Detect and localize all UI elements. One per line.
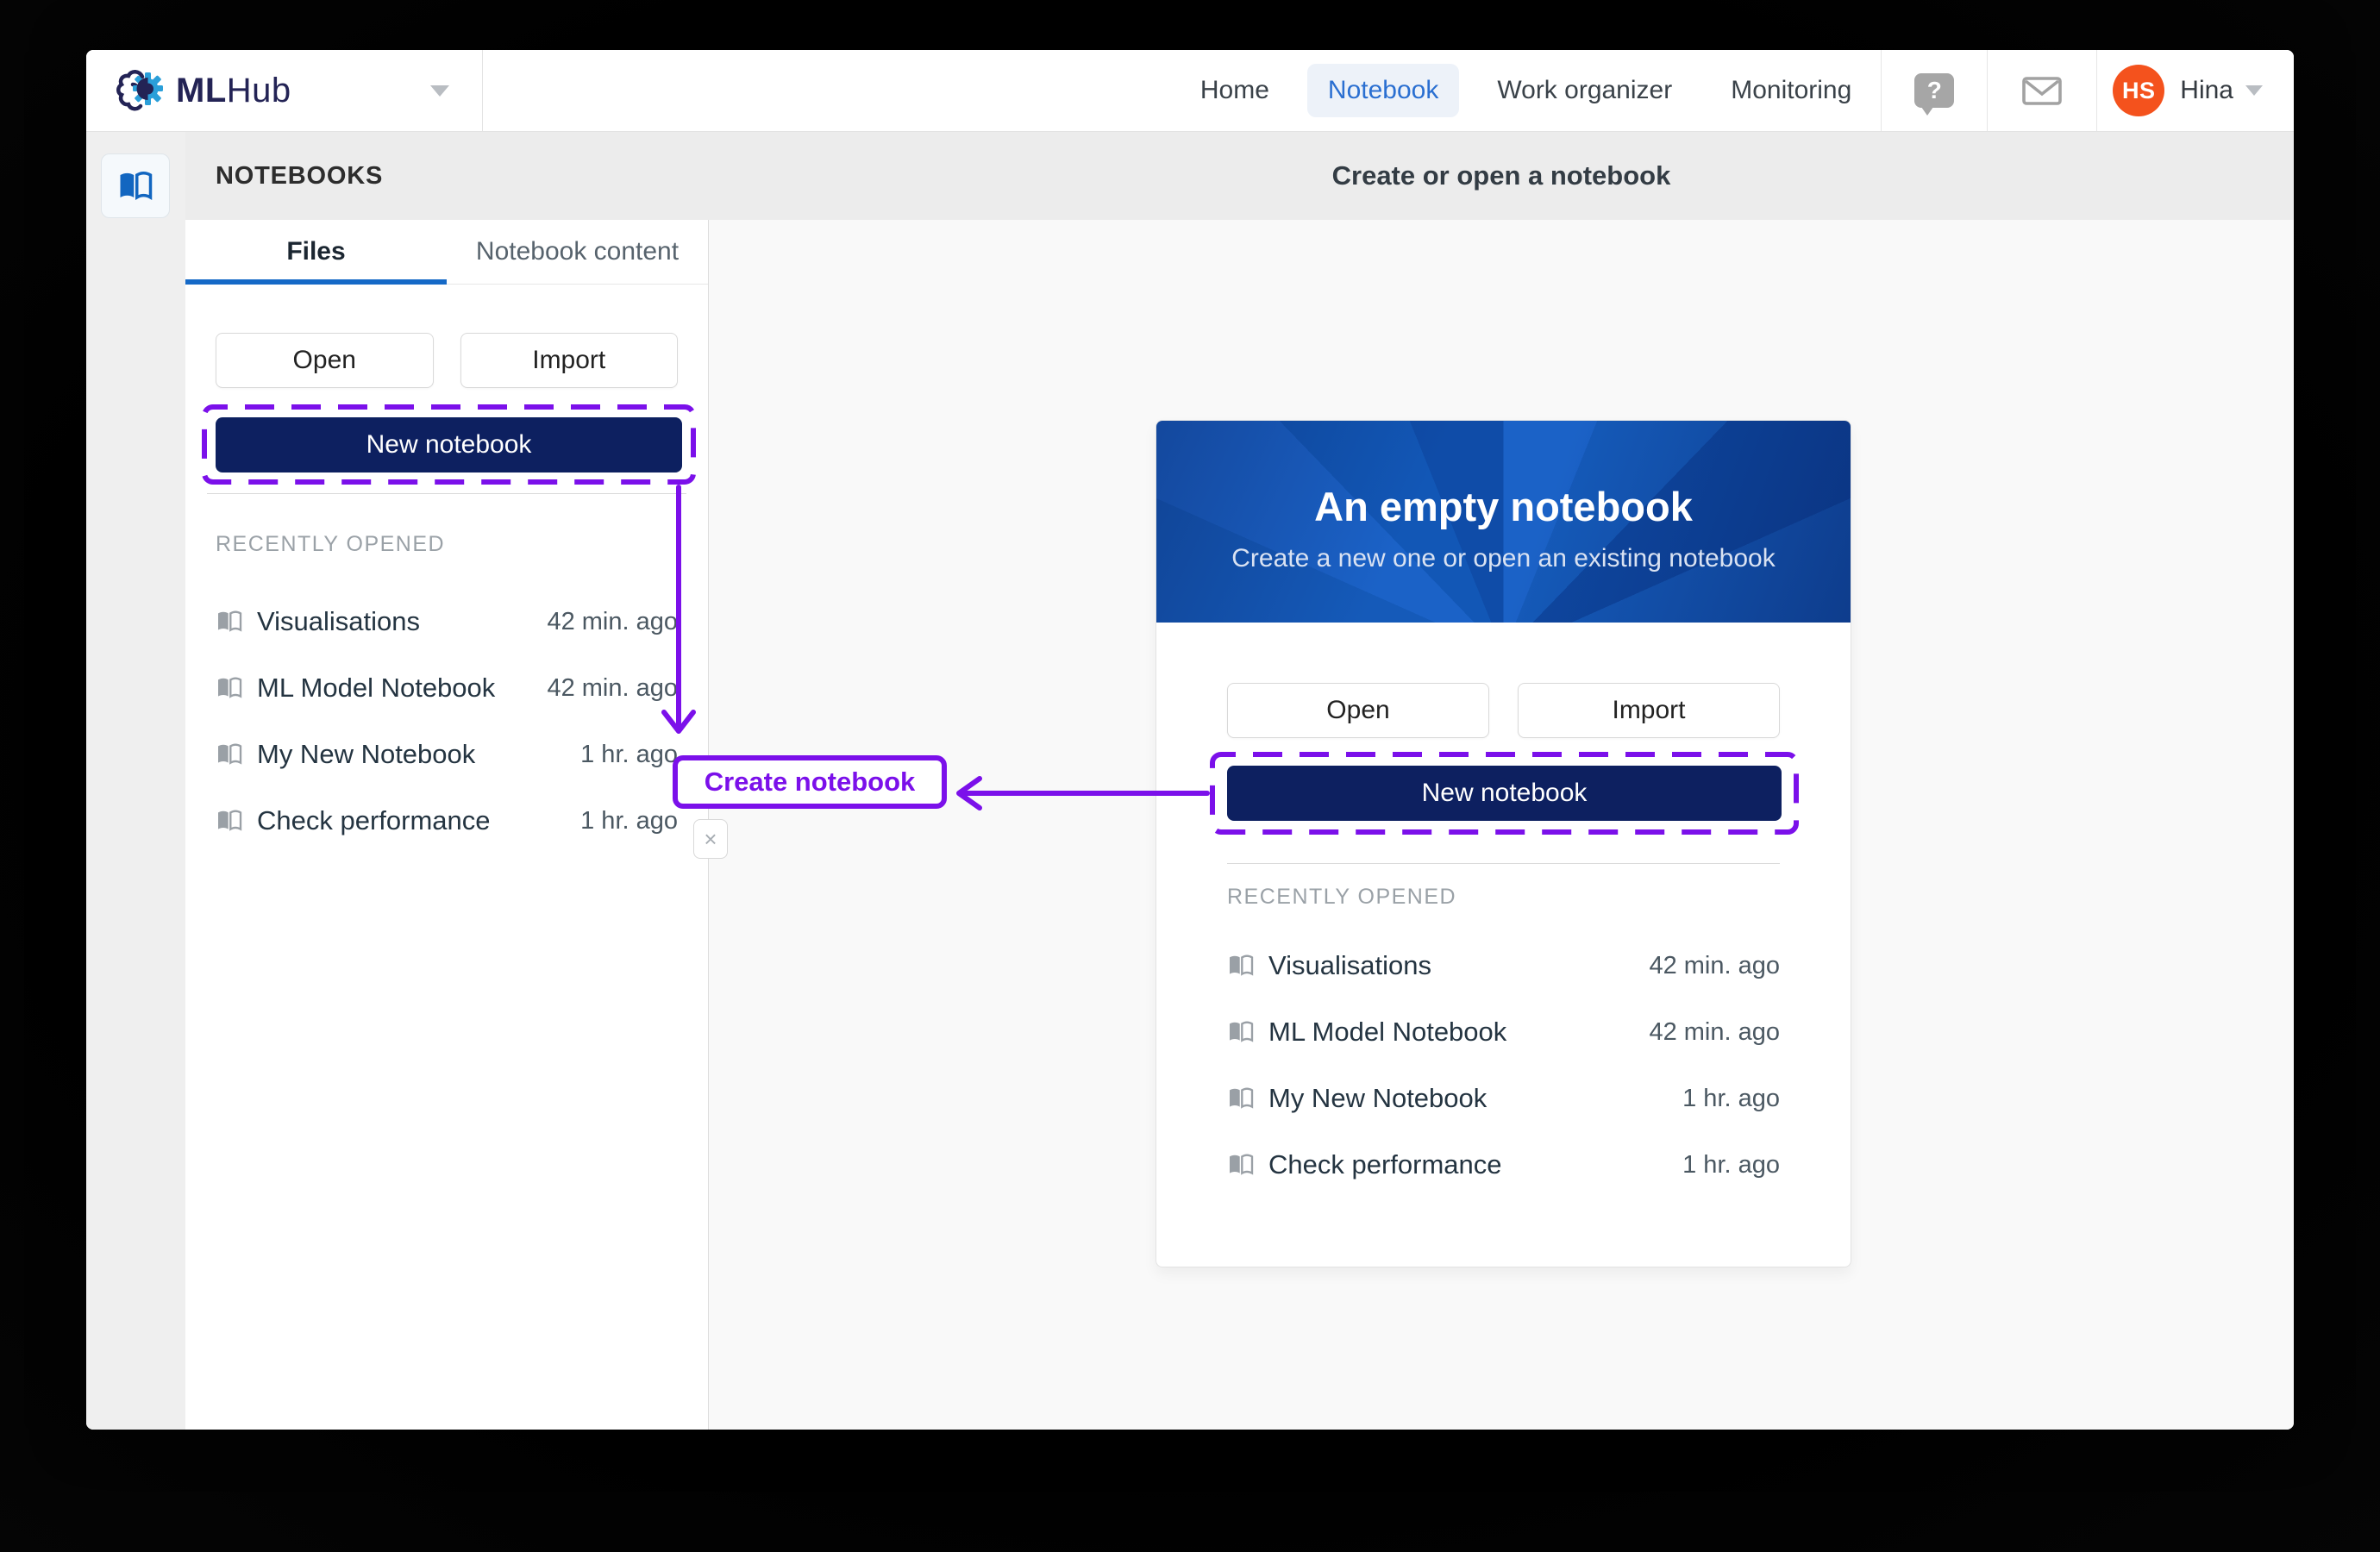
user-name: Hina: [2180, 76, 2233, 105]
recently-opened-list: Visualisations 42 min. ago ML Model Note…: [216, 600, 678, 842]
left-icon-rail: [86, 132, 185, 1430]
nav-item-monitoring[interactable]: Monitoring: [1710, 64, 1872, 117]
app-window: MLHub Home Notebook Work organizer Monit…: [86, 50, 2294, 1430]
notebook-name: ML Model Notebook: [1268, 1017, 1649, 1048]
notebook-time: 42 min. ago: [547, 674, 678, 703]
avatar: HS: [2113, 65, 2164, 116]
new-notebook-button[interactable]: New notebook: [216, 417, 682, 472]
notebook-time: 42 min. ago: [1649, 952, 1780, 980]
divider: [207, 493, 686, 494]
new-notebook-highlight: New notebook: [202, 404, 696, 485]
notebook-name: Visualisations: [257, 606, 547, 637]
notebook-icon: [1227, 954, 1255, 977]
nav-item-notebook[interactable]: Notebook: [1307, 64, 1459, 117]
nav-item-work-organizer[interactable]: Work organizer: [1476, 64, 1693, 117]
notebook-time: 1 hr. ago: [580, 741, 678, 769]
messages-button[interactable]: [1988, 50, 2096, 131]
open-book-icon: [117, 171, 153, 202]
notebooks-rail-button[interactable]: [101, 153, 170, 218]
brand-wordmark: MLHub: [176, 72, 291, 110]
notebook-time: 42 min. ago: [547, 608, 678, 636]
notebook-icon: [216, 677, 243, 699]
notebook-name: My New Notebook: [1268, 1083, 1682, 1114]
import-button[interactable]: Import: [460, 333, 679, 388]
list-item[interactable]: My New Notebook 1 hr. ago: [216, 733, 678, 776]
sidebar-panel-title: NOTEBOOKS: [216, 132, 383, 220]
import-button[interactable]: Import: [1518, 683, 1780, 738]
mail-icon: [2020, 73, 2064, 108]
card-banner: An empty notebook Create a new one or op…: [1156, 421, 1851, 623]
new-notebook-button[interactable]: New notebook: [1227, 766, 1782, 821]
screenshot-frame: MLHub Home Notebook Work organizer Monit…: [0, 0, 2380, 1552]
help-button[interactable]: ?: [1882, 50, 1987, 131]
notebook-icon: [216, 810, 243, 832]
list-item[interactable]: ML Model Notebook 42 min. ago: [216, 666, 678, 710]
help-icon: ?: [1914, 73, 1954, 108]
recently-opened-list: Visualisations 42 min. ago ML Model Note…: [1227, 944, 1780, 1186]
top-nav-bar: MLHub Home Notebook Work organizer Monit…: [86, 50, 2294, 132]
sidebar-content: Open Import New notebook RECENTLY OPENED…: [185, 333, 708, 842]
notebook-time: 42 min. ago: [1649, 1018, 1780, 1047]
notebook-time: 1 hr. ago: [580, 807, 678, 835]
sidebar-tabs: Files Notebook content: [185, 220, 708, 285]
banner-title: An empty notebook: [1156, 421, 1851, 530]
recently-opened-heading: RECENTLY OPENED: [1227, 885, 1780, 910]
notebook-name: Visualisations: [1268, 950, 1649, 981]
notebook-icon: [1227, 1087, 1255, 1110]
tab-files[interactable]: Files: [185, 220, 447, 284]
notebook-icon: [216, 610, 243, 633]
nav-item-home[interactable]: Home: [1180, 64, 1290, 117]
notebook-name: Check performance: [1268, 1149, 1682, 1180]
notebook-name: ML Model Notebook: [257, 673, 547, 704]
open-button[interactable]: Open: [1227, 683, 1489, 738]
user-menu[interactable]: HS Hina: [2097, 50, 2294, 131]
chevron-down-icon: [430, 85, 449, 97]
list-item[interactable]: Visualisations 42 min. ago: [1227, 944, 1780, 987]
list-item[interactable]: Check performance 1 hr. ago: [1227, 1143, 1780, 1186]
list-item[interactable]: ML Model Notebook 42 min. ago: [1227, 1011, 1780, 1054]
list-item[interactable]: My New Notebook 1 hr. ago: [1227, 1077, 1780, 1120]
list-item[interactable]: Check performance 1 hr. ago: [216, 799, 678, 842]
notebook-name: My New Notebook: [257, 739, 580, 770]
chevron-down-icon: [2245, 85, 2263, 96]
page-title: Create or open a notebook: [709, 132, 2294, 220]
brand-logo[interactable]: MLHub: [86, 50, 397, 131]
primary-nav: Home Notebook Work organizer Monitoring: [1171, 50, 1881, 131]
notebook-time: 1 hr. ago: [1682, 1085, 1780, 1113]
mlhub-logo-icon: [116, 66, 166, 116]
workspace-switcher[interactable]: [397, 50, 483, 131]
tutorial-close-button[interactable]: ×: [693, 819, 728, 859]
card-body: Open Import New notebook RECENTLY OPENED…: [1156, 683, 1851, 1186]
new-notebook-highlight: New notebook: [1210, 752, 1799, 835]
notebooks-sidebar: Files Notebook content Open Import New n…: [185, 220, 709, 1430]
tab-notebook-content[interactable]: Notebook content: [447, 220, 708, 284]
open-button[interactable]: Open: [216, 333, 434, 388]
empty-notebook-card: An empty notebook Create a new one or op…: [1156, 420, 1851, 1267]
notebook-icon: [1227, 1154, 1255, 1176]
tutorial-tooltip: Create notebook: [673, 755, 947, 809]
notebook-name: Check performance: [257, 805, 580, 836]
list-item[interactable]: Visualisations 42 min. ago: [216, 600, 678, 643]
recently-opened-heading: RECENTLY OPENED: [216, 532, 678, 557]
banner-subtitle: Create a new one or open an existing not…: [1156, 544, 1851, 573]
notebook-icon: [1227, 1021, 1255, 1043]
divider: [1227, 863, 1780, 864]
notebook-time: 1 hr. ago: [1682, 1151, 1780, 1180]
notebook-icon: [216, 743, 243, 766]
